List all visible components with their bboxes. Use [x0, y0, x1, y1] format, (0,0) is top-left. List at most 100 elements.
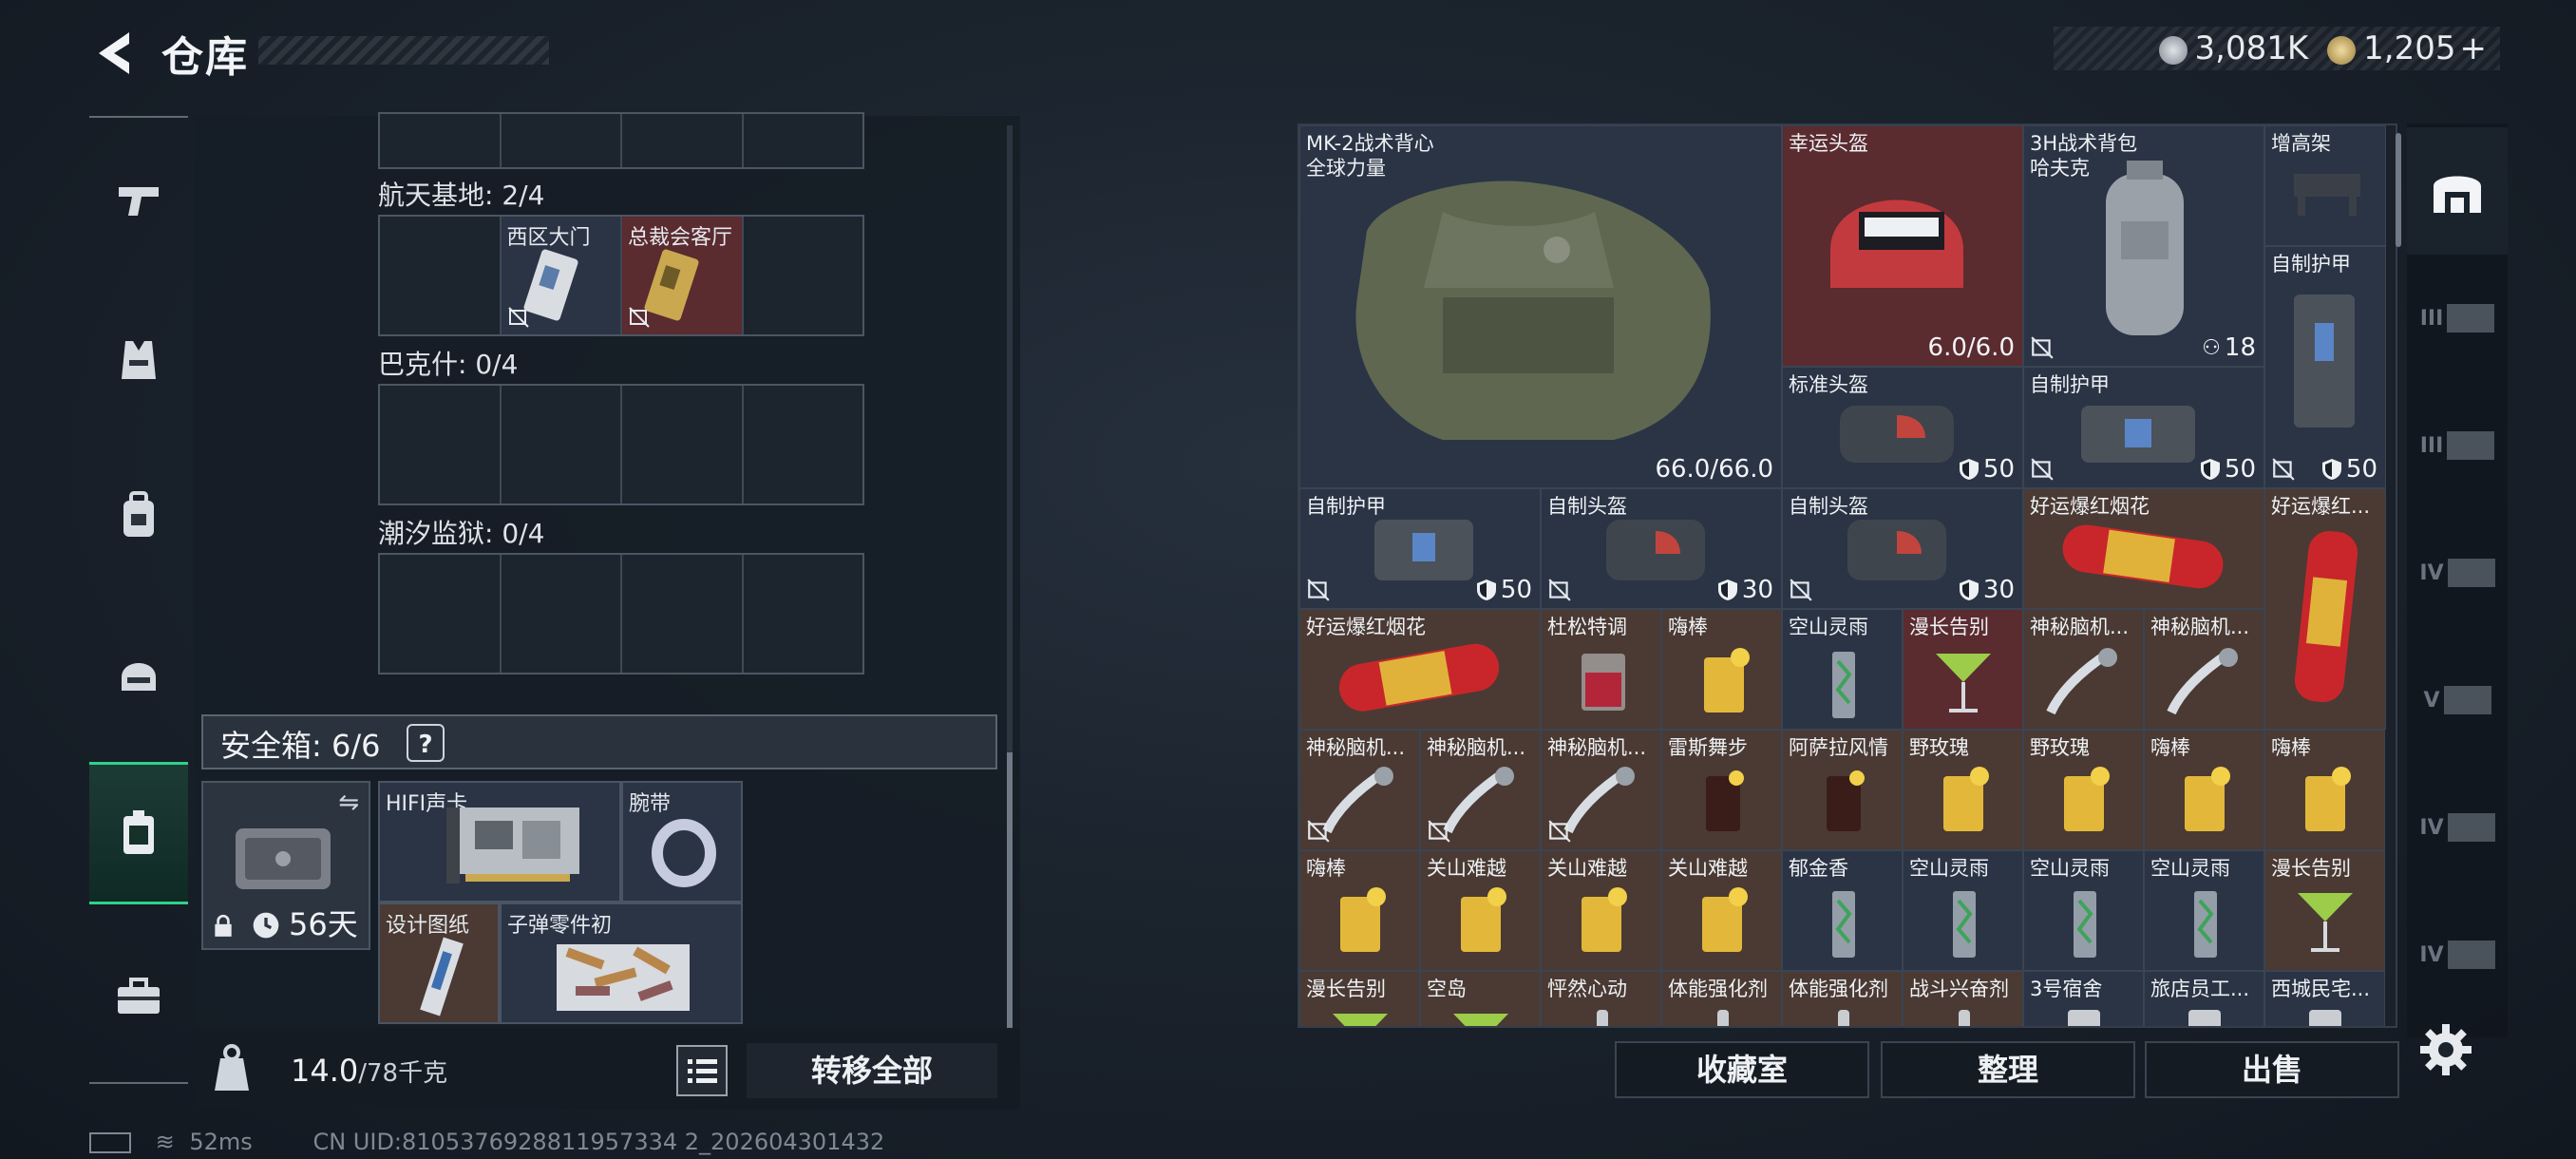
inventory-item[interactable]: 3H战术背包 哈夫克 ⚇ 18 — [2023, 125, 2264, 367]
nav-backpack[interactable] — [89, 445, 188, 587]
inventory-item[interactable]: 阿萨拉风情 — [1782, 730, 1903, 850]
help-button[interactable]: ? — [407, 724, 445, 762]
storage-tab[interactable]: IV — [2407, 891, 2508, 1018]
inventory-item[interactable]: 漫长告别 — [2264, 850, 2385, 971]
key-slot[interactable] — [622, 555, 744, 673]
no-sell-icon — [1307, 820, 1330, 843]
inventory-item[interactable]: 漫长告别 — [1903, 609, 2023, 730]
transfer-all-button[interactable]: 转移全部 — [747, 1043, 997, 1098]
key-slot[interactable] — [744, 386, 863, 504]
inventory-item[interactable]: 野玫瑰 — [2023, 730, 2144, 850]
helmet-icon — [1606, 520, 1705, 580]
left-scrollbar-thumb[interactable] — [1007, 752, 1013, 1037]
sell-button[interactable]: 出售 — [2145, 1041, 2399, 1098]
inventory-item[interactable]: 关山难越 — [1420, 850, 1541, 971]
right-scrollbar[interactable] — [2396, 133, 2401, 247]
inventory-item[interactable]: 嗨棒 — [2144, 730, 2264, 850]
cocktail-icon — [1461, 887, 1506, 952]
key-slot[interactable] — [622, 386, 744, 504]
inventory-item[interactable]: 神秘脑机... — [2023, 609, 2144, 730]
inventory-item[interactable]: 空山灵雨 — [2144, 850, 2264, 971]
inventory-item[interactable]: 旅店员工... — [2144, 971, 2264, 1026]
key-slot[interactable] — [502, 386, 622, 504]
inventory-item[interactable]: 关山难越 — [1541, 850, 1661, 971]
key-slot[interactable] — [380, 217, 502, 334]
nav-toolbox[interactable] — [89, 925, 188, 1068]
collection-room-button[interactable]: 收藏室 — [1615, 1041, 1869, 1098]
inventory-item[interactable]: 嗨棒 — [1299, 850, 1420, 971]
currency-gold[interactable]: 1,205 + — [2327, 29, 2487, 67]
storage-tab-main[interactable] — [2407, 127, 2508, 255]
warehouse-panel[interactable]: MK-2战术背心 全球力量 66.0/66.0 幸运头盔 6.0/6.0 3H战… — [1297, 124, 2397, 1028]
key-item[interactable]: 西区大门 — [501, 217, 622, 334]
storage-tab[interactable]: IV — [2407, 764, 2508, 891]
safe-case-icon — [123, 810, 154, 854]
inventory-item[interactable]: 西城民宅... — [2264, 971, 2385, 1026]
inventory-item[interactable]: 怦然心动 — [1541, 971, 1661, 1026]
inventory-item[interactable]: 神秘脑机... — [2144, 609, 2264, 730]
swap-icon[interactable]: ⇋ — [338, 788, 359, 817]
inventory-item[interactable]: 自制护甲 50 — [2023, 367, 2264, 488]
safe-item[interactable]: HIFI声卡 — [378, 781, 621, 902]
inventory-item[interactable]: 自制护甲 50 — [1299, 488, 1541, 609]
storage-tab[interactable]: III — [2407, 255, 2508, 382]
inventory-item[interactable]: 神秘脑机... — [1420, 730, 1541, 850]
list-view-button[interactable] — [676, 1045, 728, 1096]
inventory-item[interactable]: 空山灵雨 — [2023, 850, 2144, 971]
inventory-item[interactable]: 野玫瑰 — [1903, 730, 2023, 850]
nav-weapons[interactable] — [89, 129, 188, 272]
inventory-item[interactable]: 标准头盔 50 — [1782, 367, 2023, 488]
nav-helmet[interactable] — [89, 600, 188, 743]
key-slot[interactable] — [380, 114, 502, 167]
inventory-item[interactable]: MK-2战术背心 全球力量 66.0/66.0 — [1299, 125, 1782, 488]
key-slot[interactable] — [502, 114, 622, 167]
inventory-item[interactable]: 3号宿舍 — [2023, 971, 2144, 1026]
storage-tab[interactable]: IV — [2407, 509, 2508, 636]
section-label: 潮汐监狱: 0/4 — [378, 518, 545, 549]
key-slot[interactable] — [744, 114, 863, 167]
inventory-item[interactable]: 嗨棒 — [1661, 609, 1782, 730]
inventory-item[interactable]: 神秘脑机... — [1541, 730, 1661, 850]
sort-button[interactable]: 整理 — [1881, 1041, 2135, 1098]
key-slot[interactable] — [744, 217, 863, 334]
inventory-item[interactable]: 好运爆红... — [2264, 488, 2386, 730]
inventory-item[interactable]: 空山灵雨 — [1782, 609, 1903, 730]
key-slot[interactable] — [622, 114, 744, 167]
inventory-item[interactable]: 嗨棒 — [2264, 730, 2385, 850]
inventory-item[interactable]: 自制护甲 50 — [2264, 246, 2386, 488]
key-item[interactable]: 总裁会客厅 — [622, 217, 744, 334]
inventory-item[interactable]: 空岛 — [1420, 971, 1541, 1026]
safe-item[interactable]: 子弹零件初 — [500, 902, 743, 1024]
inventory-item[interactable]: 自制头盔 30 — [1541, 488, 1782, 609]
storage-tab[interactable]: III — [2407, 382, 2508, 509]
inventory-item[interactable]: 幸运头盔 6.0/6.0 — [1782, 125, 2023, 367]
nav-armor[interactable] — [89, 289, 188, 431]
key-slot[interactable] — [744, 555, 863, 673]
inventory-item[interactable]: 战斗兴奋剂 — [1903, 971, 2023, 1026]
weight-icon — [215, 1044, 249, 1091]
inventory-item[interactable]: 好运爆红烟花 — [2023, 488, 2264, 609]
key-slot[interactable] — [502, 555, 622, 673]
back-arrow-icon[interactable] — [87, 27, 141, 80]
inventory-item[interactable]: 漫长告别 — [1299, 971, 1420, 1026]
nav-safe-case[interactable] — [89, 762, 188, 904]
inventory-item[interactable]: 好运爆红烟花 — [1299, 609, 1541, 730]
inventory-item[interactable]: 杜松特调 — [1541, 609, 1661, 730]
keycard-icon — [2309, 1010, 2341, 1026]
inventory-item[interactable]: 神秘脑机... — [1299, 730, 1420, 850]
key-slot[interactable] — [380, 386, 502, 504]
safe-item[interactable]: 设计图纸 — [378, 902, 500, 1024]
inventory-item[interactable]: 增高架 — [2264, 125, 2386, 246]
inventory-item[interactable]: 体能强化剂 — [1661, 971, 1782, 1026]
inventory-item[interactable]: 关山难越 — [1661, 850, 1782, 971]
inventory-item[interactable]: 雷斯舞步 — [1661, 730, 1782, 850]
inventory-item[interactable]: 空山灵雨 — [1903, 850, 2023, 971]
safe-case-slot[interactable]: ⇋ 56天 — [201, 781, 370, 950]
key-slot[interactable] — [380, 555, 502, 673]
gear-icon[interactable] — [2418, 1022, 2473, 1077]
safe-item[interactable]: 腕带 — [621, 781, 743, 902]
inventory-item[interactable]: 自制头盔 30 — [1782, 488, 2023, 609]
inventory-item[interactable]: 体能强化剂 — [1782, 971, 1903, 1026]
storage-tab[interactable]: V — [2407, 636, 2508, 764]
inventory-item[interactable]: 郁金香 — [1782, 850, 1903, 971]
